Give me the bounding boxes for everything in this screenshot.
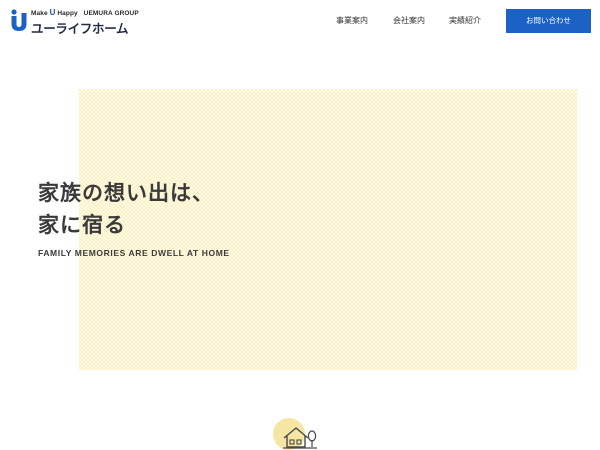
site-header: Make U Happy UEMURA GROUP ユーライフホーム 事業案内 … [0, 0, 600, 40]
u-logo-icon [11, 9, 27, 31]
page: Make U Happy UEMURA GROUP ユーライフホーム 事業案内 … [0, 0, 600, 450]
contact-button[interactable]: お問い合わせ [506, 9, 591, 33]
house-icon [273, 416, 319, 450]
nav-company[interactable]: 会社案内 [393, 15, 425, 26]
site-logo[interactable]: Make U Happy UEMURA GROUP ユーライフホーム [10, 8, 139, 36]
logo-brand-name: ユーライフホーム [31, 21, 129, 36]
hero-subtitle: FAMILY MEMORIES ARE DWELL AT HOME [38, 248, 230, 258]
hero-title-line1: 家族の想い出は、 [38, 181, 214, 205]
nav-business[interactable]: 事業案内 [336, 15, 368, 26]
nav-works[interactable]: 実績紹介 [449, 15, 481, 26]
hero-title: 家族の想い出は、 家に宿る [38, 177, 214, 241]
logo-tagline: Make U Happy UEMURA GROUP [31, 8, 139, 17]
hero-title-line2: 家に宿る [38, 213, 126, 237]
